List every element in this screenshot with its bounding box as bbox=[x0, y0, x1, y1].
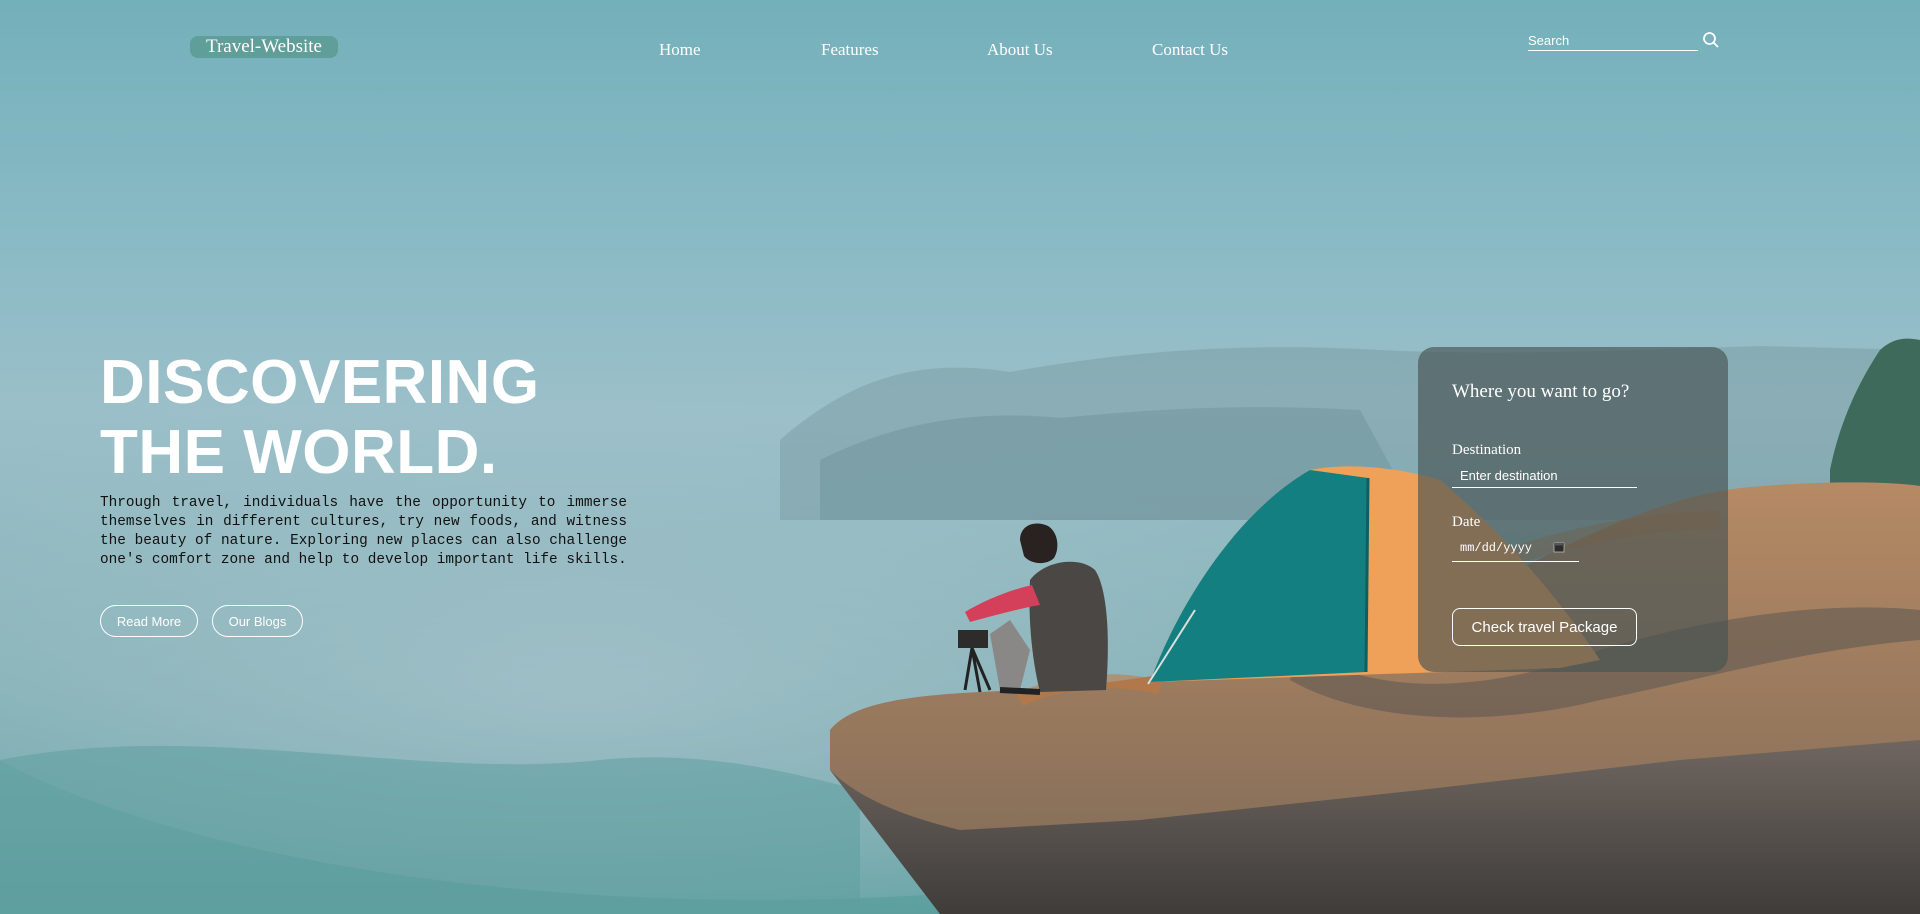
search-box bbox=[1528, 30, 1698, 51]
read-more-button[interactable]: Read More bbox=[100, 605, 198, 637]
our-blogs-button[interactable]: Our Blogs bbox=[212, 605, 303, 637]
check-travel-package-button[interactable]: Check travel Package bbox=[1452, 608, 1637, 646]
calendar-icon[interactable] bbox=[1553, 541, 1565, 553]
destination-field-wrap bbox=[1452, 463, 1637, 488]
search-input[interactable] bbox=[1528, 32, 1693, 48]
date-label: Date bbox=[1452, 514, 1481, 530]
landing-page: Travel-Website Home Features About Us Co… bbox=[0, 0, 1920, 914]
nav-contact-us[interactable]: Contact Us bbox=[1152, 38, 1228, 62]
nav-features[interactable]: Features bbox=[821, 38, 879, 62]
hero-title-line-1: DISCOVERING bbox=[100, 348, 540, 417]
nav-home[interactable]: Home bbox=[659, 38, 701, 62]
booking-title: Where you want to go? bbox=[1452, 381, 1630, 402]
destination-input[interactable] bbox=[1452, 463, 1637, 487]
hero-title: DISCOVERING THE WORLD. bbox=[100, 348, 540, 488]
search-icon[interactable] bbox=[1702, 31, 1720, 49]
hero-title-line-2: THE WORLD. bbox=[100, 418, 498, 487]
hero-description: Through travel, individuals have the opp… bbox=[100, 495, 627, 568]
destination-label: Destination bbox=[1452, 442, 1522, 458]
booking-card: Where you want to go? Destination Date C… bbox=[1418, 347, 1728, 672]
nav-about-us[interactable]: About Us bbox=[987, 38, 1053, 62]
